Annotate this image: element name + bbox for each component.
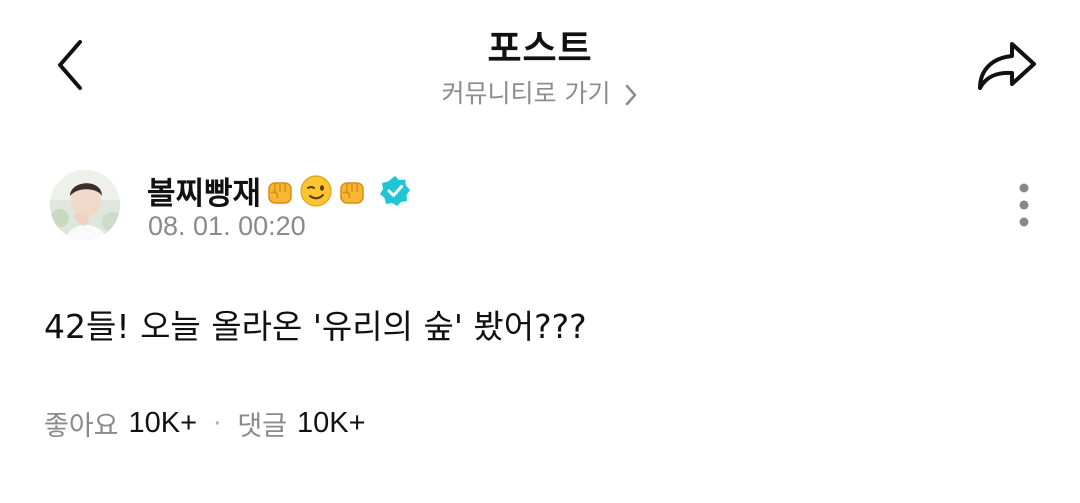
share-arrow-icon xyxy=(978,42,1036,90)
community-link-label: 커뮤니티로 가기 xyxy=(441,79,611,108)
likes-label: 좋아요 xyxy=(44,411,119,442)
fist-emoji xyxy=(268,181,292,204)
verified-badge-icon xyxy=(380,175,411,206)
top-bar: 포스트 커뮤니티로 가기 xyxy=(0,0,1080,130)
avatar-image xyxy=(50,170,120,240)
stats-separator: · xyxy=(213,408,222,439)
post-timestamp: 08. 01. 00:20 xyxy=(148,211,306,241)
more-vertical-icon xyxy=(1019,183,1029,227)
comments-stat[interactable]: 댓글 10K+ xyxy=(237,404,365,443)
comments-count: 10K+ xyxy=(297,407,366,439)
page-title: 포스트 xyxy=(487,27,593,70)
post-stats: 좋아요 10K+ · 댓글 10K+ xyxy=(44,404,366,443)
likes-count: 10K+ xyxy=(128,407,198,439)
likes-stat[interactable]: 좋아요 10K+ xyxy=(44,404,197,443)
post-author-row: 볼찌빵재 08. 01. 00:20 xyxy=(0,160,1080,250)
community-link[interactable]: 커뮤니티로 가기 xyxy=(0,74,1080,110)
chevron-right-icon xyxy=(626,84,637,106)
post-body-text: 42들! 오늘 올라온 '유리의 숲' 봤어??? xyxy=(44,307,587,346)
author-name-line[interactable]: 볼찌빵재 xyxy=(147,168,411,213)
comments-label: 댓글 xyxy=(237,411,288,442)
wink-emoji xyxy=(300,174,332,207)
avatar[interactable] xyxy=(50,170,120,240)
fist-emoji xyxy=(340,181,364,204)
author-name: 볼찌빵재 xyxy=(147,176,262,212)
more-options-button[interactable] xyxy=(1010,180,1038,230)
share-button[interactable] xyxy=(972,36,1040,96)
